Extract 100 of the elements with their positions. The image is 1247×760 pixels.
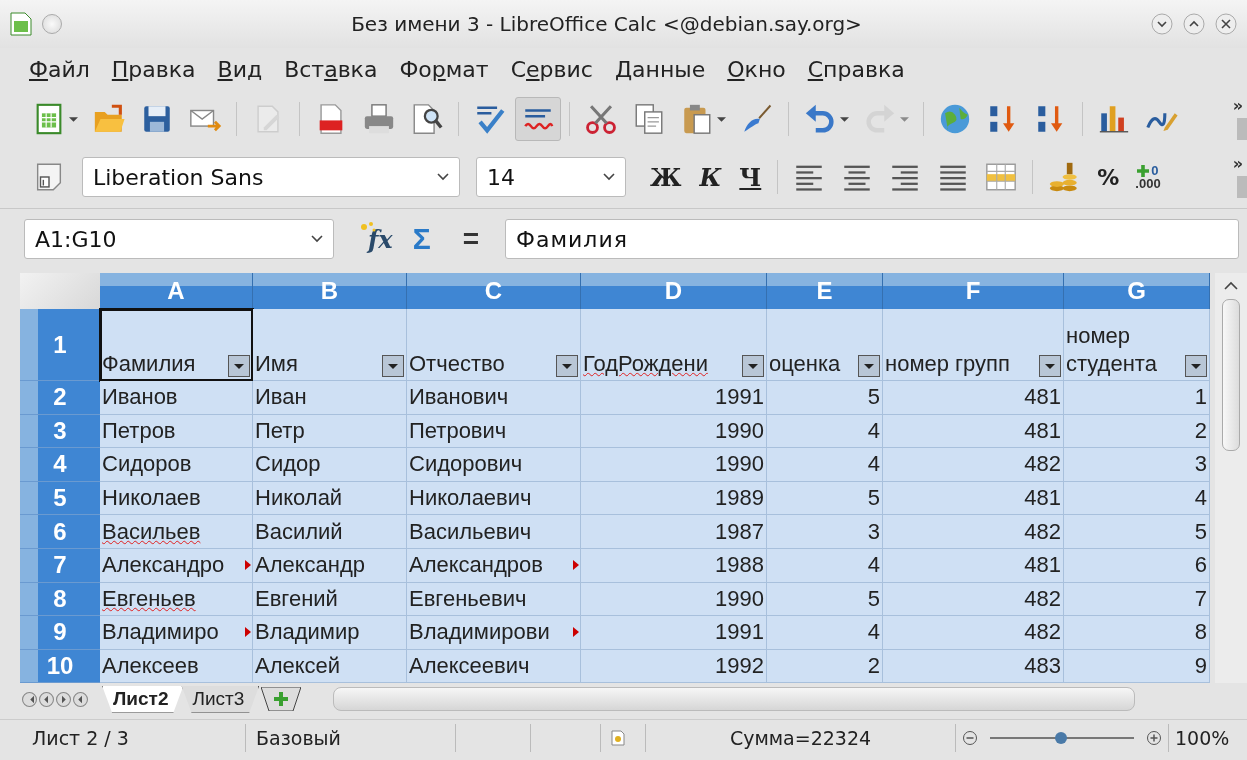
font-name-combobox[interactable]: Liberation Sans <box>82 157 460 197</box>
undo-icon[interactable] <box>803 102 837 136</box>
printer-icon[interactable] <box>362 102 396 136</box>
function-wizard-button[interactable]: fx <box>362 224 399 254</box>
toolbar-overflow-button[interactable]: » <box>1232 96 1243 115</box>
scrollbar-thumb[interactable] <box>1222 299 1240 451</box>
dropdown-arrow-icon[interactable] <box>717 115 726 123</box>
filter-dropdown-button[interactable] <box>742 355 764 377</box>
column-header[interactable]: A <box>100 273 253 309</box>
column-header[interactable]: G <box>1064 273 1210 309</box>
caret-down-icon[interactable] <box>1191 362 1201 370</box>
zoom-in-button[interactable] <box>1146 730 1162 746</box>
filter-dropdown-button[interactable] <box>382 355 404 377</box>
percent-button[interactable]: % <box>1089 162 1128 192</box>
underline-button[interactable]: Ч <box>731 160 770 194</box>
menu-item[interactable]: Правка <box>100 52 207 86</box>
sheet-tab[interactable]: Лист2 <box>102 685 184 713</box>
caret-down-icon[interactable] <box>388 362 398 370</box>
row-header[interactable]: 5 <box>20 481 100 516</box>
table-cell: Иванов <box>100 381 253 415</box>
column-header[interactable]: C <box>407 273 581 309</box>
row-header[interactable]: 7 <box>20 548 100 583</box>
scissors-icon[interactable] <box>584 102 618 136</box>
sheet-nav-button[interactable] <box>39 691 54 707</box>
sheet-nav-button[interactable] <box>22 691 37 707</box>
table-cell: 6 <box>1064 548 1210 583</box>
table-cell: Александро <box>100 548 253 583</box>
sheet-position-label: Лист 2 / 3 <box>0 724 246 752</box>
plus-icon[interactable] <box>1137 164 1150 177</box>
table-cell: 481 <box>883 414 1064 449</box>
row-header[interactable]: 6 <box>20 515 100 549</box>
chevron-down-icon[interactable] <box>603 173 615 181</box>
italic-button[interactable]: К <box>691 160 730 194</box>
zoom-out-button[interactable] <box>962 730 978 746</box>
caret-down-icon[interactable] <box>1045 362 1055 370</box>
filter-dropdown-button[interactable] <box>228 355 250 377</box>
row-header[interactable]: 10 <box>20 649 100 683</box>
vertical-scrollbar[interactable] <box>1215 273 1247 683</box>
filter-dropdown-button[interactable] <box>1185 355 1207 377</box>
table-cell: 3 <box>767 515 883 549</box>
auto-spellcheck-button[interactable] <box>515 97 561 141</box>
formula-button[interactable]: = <box>444 223 497 255</box>
menu-item[interactable]: Окно <box>716 52 797 86</box>
sum-button[interactable]: Σ <box>406 222 437 256</box>
table-cell: Иванович <box>407 381 581 415</box>
row-header[interactable]: 8 <box>20 582 100 617</box>
sheet-nav-button[interactable] <box>56 691 71 707</box>
table-cell: 483 <box>883 649 1064 683</box>
zoom-slider-thumb[interactable] <box>1054 732 1067 744</box>
column-header[interactable]: E <box>767 273 883 309</box>
chevron-down-icon[interactable] <box>437 173 449 181</box>
header-cell: номер групп <box>883 309 1064 381</box>
zoom-level-label: 100% <box>1168 724 1236 752</box>
sheet-nav-button[interactable] <box>73 691 88 707</box>
toolbar-scroll-handle[interactable] <box>1237 118 1247 140</box>
row-header[interactable]: 4 <box>20 448 100 482</box>
dropdown-arrow-icon[interactable] <box>840 115 849 123</box>
table-cell: 4 <box>767 616 883 650</box>
bold-button[interactable]: Ж <box>642 160 690 194</box>
menu-item[interactable]: Вставка <box>273 52 389 86</box>
menu-item[interactable]: Справка <box>796 52 916 86</box>
menu-item[interactable]: Данные <box>603 52 717 86</box>
caret-down-icon[interactable] <box>748 362 758 370</box>
table-cell: Владимирови <box>407 616 581 650</box>
horizontal-scrollbar[interactable] <box>333 687 1136 711</box>
dropdown-arrow-icon[interactable] <box>69 115 78 123</box>
filter-dropdown-button[interactable] <box>1039 355 1061 377</box>
row-header[interactable]: 2 <box>20 381 100 415</box>
page-style-label: Базовый <box>246 724 456 752</box>
menu-item[interactable]: Файл <box>18 52 101 86</box>
menu-item[interactable]: Сервис <box>499 52 604 86</box>
formula-input-field[interactable]: Фамилия <box>505 219 1239 259</box>
table-cell: 482 <box>883 616 1064 650</box>
table-cell: Николай <box>253 481 407 516</box>
name-box[interactable]: A1:G10 <box>24 219 334 259</box>
column-header[interactable]: D <box>581 273 767 309</box>
filter-dropdown-button[interactable] <box>556 355 578 377</box>
table-cell: 5 <box>767 381 883 415</box>
maximize-button[interactable] <box>1183 13 1205 35</box>
filter-dropdown-button[interactable] <box>858 355 880 377</box>
caret-down-icon[interactable] <box>864 362 874 370</box>
table-cell: 1991 <box>581 616 767 650</box>
menu-item[interactable]: Вид <box>206 52 274 86</box>
toolbar-overflow-button[interactable]: » <box>1232 154 1243 173</box>
row-header[interactable]: 9 <box>20 616 100 650</box>
caret-down-icon[interactable] <box>562 362 572 370</box>
row-header[interactable]: 3 <box>20 414 100 449</box>
toolbar-scroll-handle[interactable] <box>1237 176 1247 198</box>
add-sheet-button[interactable] <box>261 687 302 711</box>
close-button[interactable] <box>1215 13 1237 35</box>
font-size-combobox[interactable]: 14 <box>476 157 626 197</box>
document-status-icon <box>611 730 625 746</box>
add-decimal-button[interactable]: 0 .000 <box>1129 162 1167 192</box>
row-header[interactable]: 1 <box>20 309 100 381</box>
caret-down-icon[interactable] <box>234 362 244 370</box>
minimize-button[interactable] <box>1151 13 1173 35</box>
chevron-down-icon[interactable] <box>311 235 323 243</box>
column-header[interactable]: F <box>883 273 1064 309</box>
menu-item[interactable]: Формат <box>388 52 500 86</box>
column-header[interactable]: B <box>253 273 407 309</box>
